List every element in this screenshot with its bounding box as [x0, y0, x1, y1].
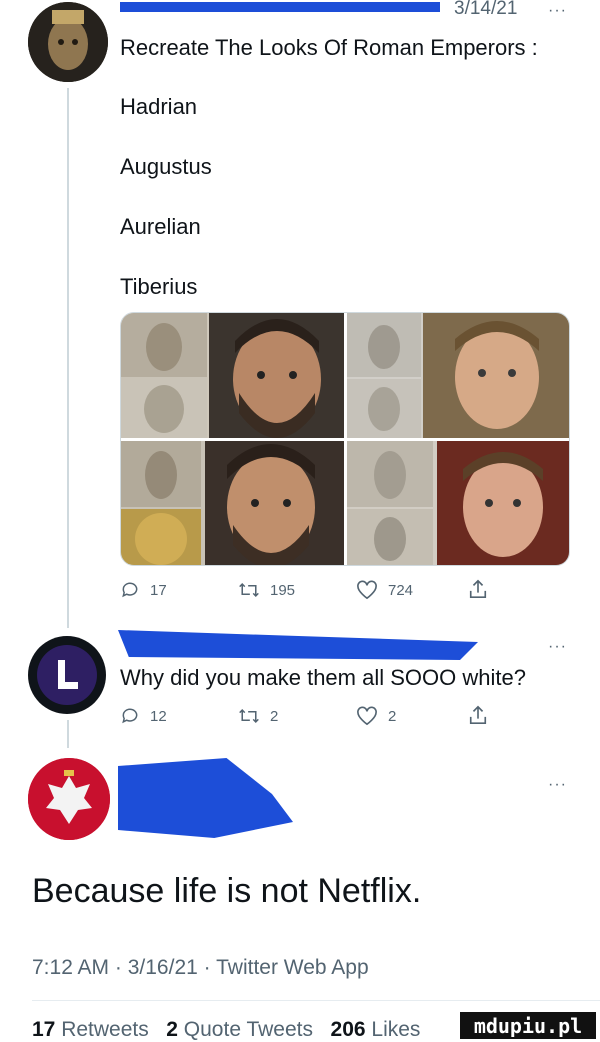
- heart-icon: [357, 580, 377, 600]
- white-eagle-avatar-icon: [28, 758, 110, 840]
- avatar-tweet2[interactable]: [28, 636, 106, 714]
- reply-icon: [122, 708, 138, 724]
- image-augustus[interactable]: [346, 313, 569, 438]
- augustus-comparison-image: [346, 313, 569, 438]
- divider: [32, 1000, 600, 1001]
- heart-icon: [357, 706, 377, 726]
- emperor-hadrian: Hadrian: [120, 94, 198, 119]
- avatar-tweet1[interactable]: [28, 2, 108, 82]
- aurelian-comparison-image: [121, 440, 344, 565]
- redacted-username-3: [118, 758, 293, 838]
- tiberius-comparison-image: [346, 440, 569, 565]
- avatar-main-tweet[interactable]: [28, 758, 110, 840]
- tweet2-reply-button[interactable]: 12: [120, 706, 167, 726]
- main-tweet-date[interactable]: 3/16/21: [128, 956, 198, 979]
- main-tweet-app[interactable]: Twitter Web App: [216, 956, 369, 979]
- share-icon: [469, 579, 487, 598]
- main-tweet-timestamp: 7:12 AM · 3/16/21 · Twitter Web App: [32, 956, 369, 980]
- letter-l-avatar-icon: [37, 645, 97, 705]
- tweet1-like-button[interactable]: 724: [356, 580, 413, 600]
- image-aurelian[interactable]: [121, 440, 344, 565]
- tweet1-date[interactable]: 3/14/21: [454, 0, 517, 20]
- tweet1-reply-count: 17: [150, 581, 167, 599]
- hadrian-comparison-image: [121, 313, 344, 438]
- retweet-icon: [239, 708, 259, 724]
- tweet1-share-button[interactable]: [468, 578, 488, 600]
- retweet-icon: [239, 582, 259, 598]
- main-tweet-more-icon[interactable]: ···: [548, 776, 567, 794]
- tweet2-retweet-button[interactable]: 2: [238, 706, 278, 726]
- tweet1-image-grid[interactable]: [120, 312, 570, 566]
- image-tiberius[interactable]: [346, 440, 569, 565]
- tweet1-retweet-button[interactable]: 195: [238, 580, 295, 600]
- tweet2-retweet-count: 2: [270, 707, 279, 725]
- image-hadrian[interactable]: [121, 313, 344, 438]
- reply-icon: [122, 582, 138, 598]
- tweet2-like-button[interactable]: 2: [356, 706, 396, 726]
- thread-line-2: [67, 720, 69, 748]
- tweet2-more-icon[interactable]: ···: [548, 638, 567, 656]
- tweet1-retweet-count: 195: [270, 581, 296, 599]
- main-tweet-time[interactable]: 7:12 AM: [32, 956, 109, 979]
- tweet1-more-icon[interactable]: ···: [548, 2, 567, 20]
- retweets-label: Retweets: [61, 1018, 149, 1041]
- share-icon: [469, 705, 487, 724]
- watermark-logo: mdupiu.pl: [458, 1010, 598, 1041]
- emperor-tiberius: Tiberius: [120, 274, 198, 299]
- separator-dot: ·: [203, 956, 217, 979]
- emperor-aurelian: Aurelian: [120, 214, 201, 239]
- retweets-count: 17: [32, 1018, 56, 1041]
- tweet1-like-count: 724: [388, 581, 414, 599]
- tweet2-reply-count: 12: [150, 707, 167, 725]
- quote-tweets-count: 2: [166, 1018, 178, 1041]
- emperor-augustus: Augustus: [120, 154, 212, 179]
- tweet2-text: Why did you make them all SOOO white?: [120, 665, 526, 690]
- tweet1-reply-button[interactable]: 17: [120, 580, 167, 600]
- likes-count: 206: [330, 1018, 366, 1041]
- likes-stat[interactable]: 206 Likes: [331, 1018, 421, 1041]
- quote-tweets-label: Quote Tweets: [183, 1018, 313, 1041]
- redacted-username: [120, 2, 440, 12]
- thread-line: [67, 88, 69, 628]
- tweet1-text: Recreate The Looks Of Roman Emperors :: [120, 35, 538, 60]
- main-tweet-stats: 17 Retweets 2 Quote Tweets 206 Likes: [32, 1018, 420, 1042]
- redacted-username-2: [118, 630, 478, 660]
- quote-tweets-stat[interactable]: 2 Quote Tweets: [166, 1018, 313, 1041]
- separator-dot: ·: [114, 956, 128, 979]
- tweet2-like-count: 2: [388, 707, 397, 725]
- tweet2-share-button[interactable]: [468, 704, 488, 726]
- emperor-mask-avatar-icon: [28, 2, 108, 82]
- likes-label: Likes: [371, 1018, 421, 1041]
- retweets-stat[interactable]: 17 Retweets: [32, 1018, 149, 1041]
- main-tweet-text: Because life is not Netflix.: [32, 872, 422, 910]
